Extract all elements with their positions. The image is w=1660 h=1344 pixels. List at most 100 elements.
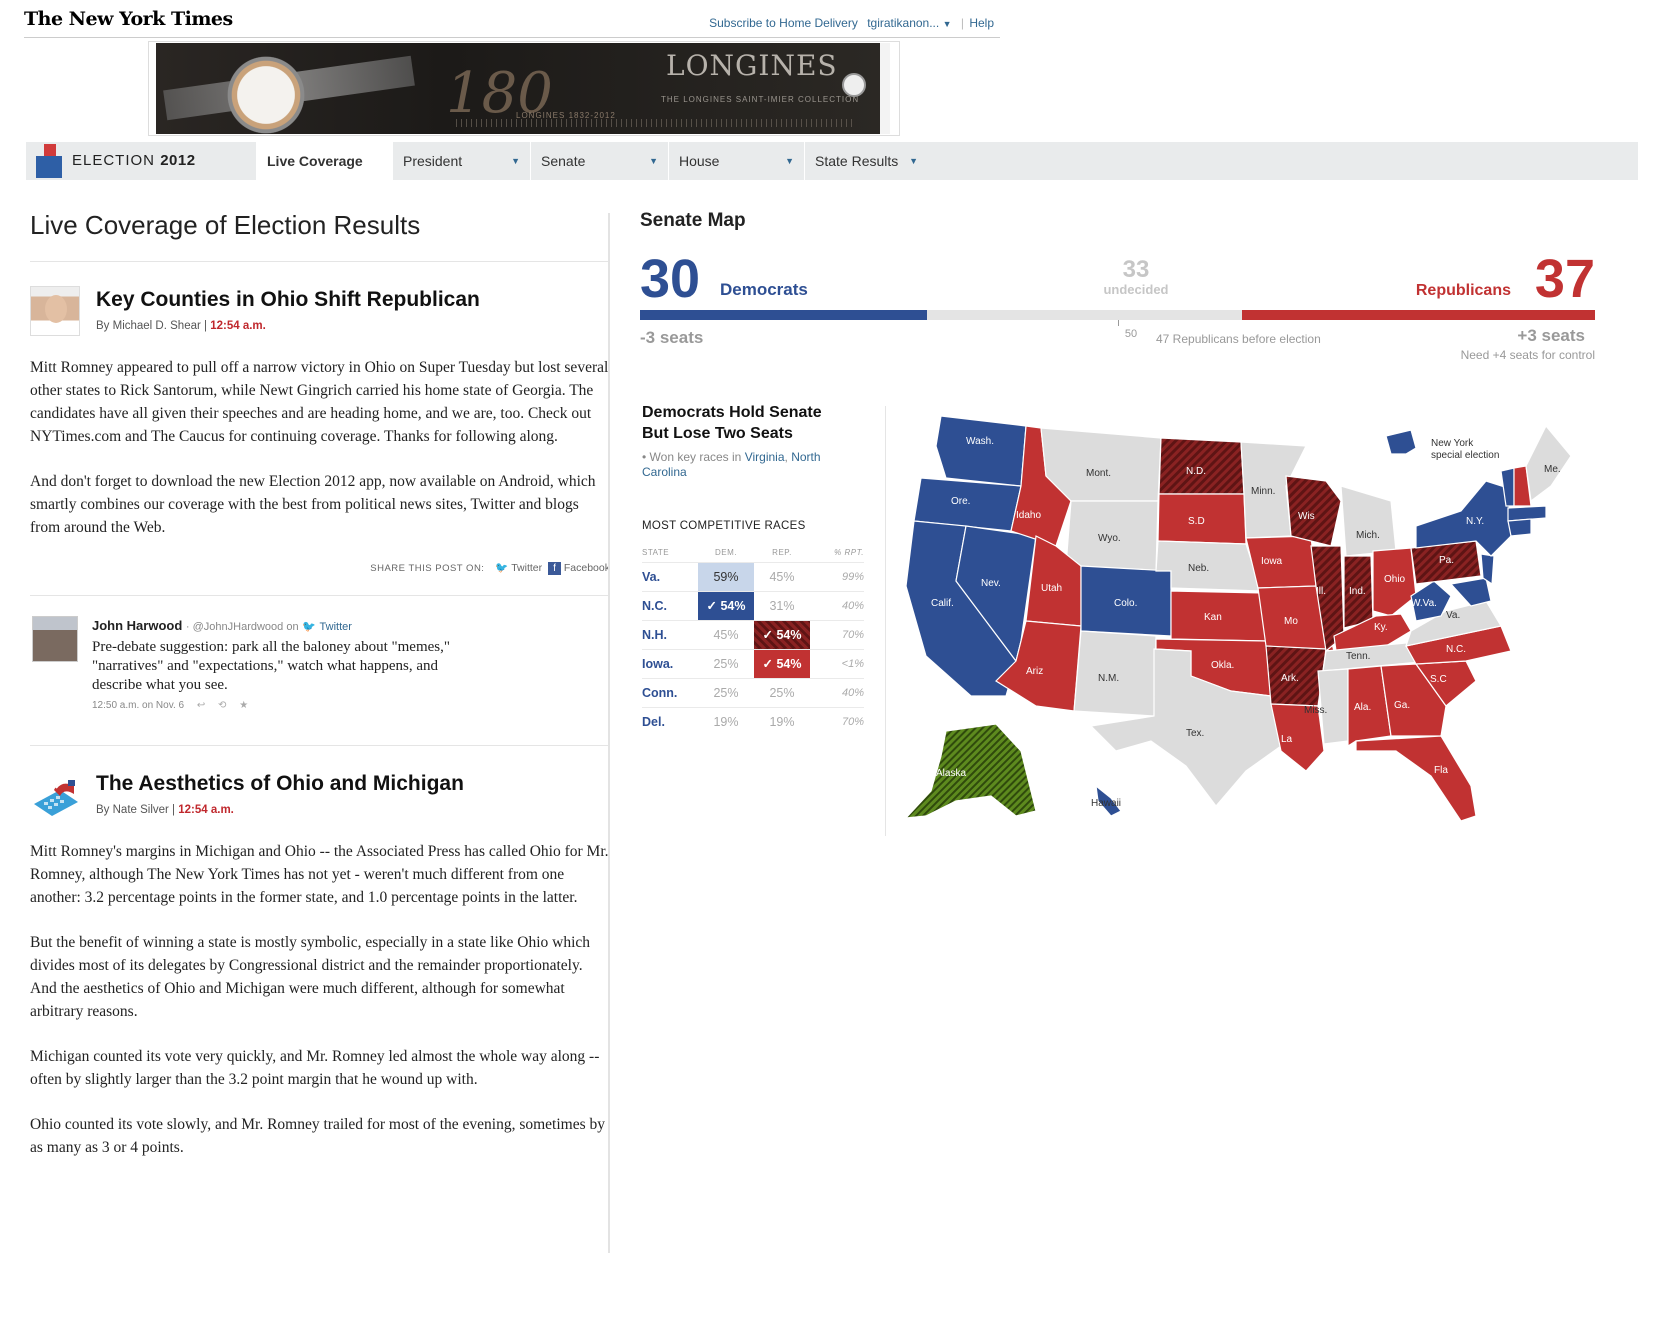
map-label-ariz: Ariz <box>1026 666 1043 677</box>
post-title[interactable]: Key Counties in Ohio Shift Republican <box>96 288 480 312</box>
state-florida[interactable] <box>1355 735 1477 822</box>
race-state: Va. <box>642 561 698 591</box>
senate-summary: Democrats Hold Senate But Lose Two Seats… <box>642 402 864 736</box>
share-facebook-link[interactable]: Facebook <box>564 562 610 574</box>
subscribe-link[interactable]: Subscribe to Home Delivery <box>709 16 858 30</box>
map-label-ore: Ore. <box>951 496 970 507</box>
chevron-down-icon: ▼ <box>785 156 794 166</box>
state-alaska[interactable] <box>904 723 1037 819</box>
chevron-down-icon: ▼ <box>909 156 918 166</box>
map-label-tenn: Tenn. <box>1346 651 1370 662</box>
map-label-alaska: Alaska <box>936 768 966 779</box>
election-title[interactable]: ELECTION 2012 <box>72 152 196 169</box>
race-reporting: 40% <box>810 677 864 707</box>
rep-bar-segment <box>1241 310 1595 320</box>
race-row[interactable]: Va. 59% 45% 99% <box>642 561 864 591</box>
ad-collection: THE LONGINES SAINT-IMIER COLLECTION <box>661 95 860 104</box>
race-row[interactable]: N.H. 45% ✓ 54% 70% <box>642 619 864 649</box>
post-time[interactable]: 12:54 a.m. <box>178 804 234 816</box>
tweet-avatar[interactable] <box>32 615 78 662</box>
dem-seat-change: -3 seats <box>640 328 704 347</box>
dem-label: Democrats <box>720 280 808 299</box>
map-label-tex: Tex. <box>1186 728 1204 739</box>
state-washington[interactable] <box>935 415 1027 487</box>
race-dem-pct: 19% <box>698 706 754 736</box>
tweet-service[interactable]: Twitter <box>320 621 352 633</box>
race-row[interactable]: Iowa. 25% ✓ 54% <1% <box>642 648 864 678</box>
dem-seat-count: 30 <box>640 249 701 309</box>
map-label-ohio: Ohio <box>1384 574 1406 585</box>
map-label-utah: Utah <box>1041 583 1062 594</box>
post-body: Mitt Romney appeared to pull off a narro… <box>30 356 610 539</box>
share-twitter-link[interactable]: Twitter <box>511 562 542 574</box>
user-menu[interactable]: tgiratikanon... ▼ <box>867 16 951 30</box>
retweet-icon[interactable]: ⟲ <box>218 700 226 711</box>
byline: By Nate Silver | 12:54 a.m. <box>96 804 234 816</box>
map-label-me: Me. <box>1544 464 1561 475</box>
ad-badge-icon <box>842 73 866 97</box>
tweet-author[interactable]: John Harwood <box>92 618 182 633</box>
nyt-logo[interactable]: The New York Times <box>24 8 233 30</box>
race-dem-pct: ✓ 54% <box>698 590 754 620</box>
watch-image <box>218 47 314 143</box>
tab-live-coverage[interactable]: Live Coverage <box>256 142 392 180</box>
reply-icon[interactable]: ↩ <box>197 700 205 711</box>
tab-state-results[interactable]: State Results ▼ <box>804 142 928 180</box>
tab-house[interactable]: House ▼ <box>668 142 804 180</box>
calculator-flag-icon <box>34 779 78 816</box>
tab-label: House <box>679 153 720 169</box>
tab-president[interactable]: President ▼ <box>392 142 530 180</box>
rep-label: Republicans <box>1415 282 1511 299</box>
headline-line: But Lose Two Seats <box>642 425 793 442</box>
senate-map: Wash. Ore. Calif. Nev. Idaho Mont. Wyo. Utah Ari… <box>885 406 1590 836</box>
paragraph: Ohio counted its vote slowly, and Mr. Ro… <box>30 1115 605 1156</box>
help-link[interactable]: Help <box>969 16 994 30</box>
rep-seat-change: +3 seats <box>1517 326 1585 345</box>
map-label-wash: Wash. <box>966 436 994 447</box>
race-dem-pct: 59% <box>698 561 754 591</box>
chevron-down-icon: ▼ <box>942 19 952 29</box>
tweet-time[interactable]: 12:50 a.m. on Nov. 6 <box>92 700 184 711</box>
race-row[interactable]: Conn. 25% 25% 40% <box>642 677 864 707</box>
column-header: DEM. <box>715 548 737 558</box>
tab-label: State Results <box>815 153 899 169</box>
race-row[interactable]: N.C. ✓ 54% 31% 40% <box>642 590 864 620</box>
map-label-mich: Mich. <box>1356 530 1380 541</box>
twitter-bird-icon: 🐦 <box>495 562 509 574</box>
paragraph: But the benefit of winning a state is mo… <box>30 933 591 1020</box>
state-michigan[interactable] <box>1340 485 1397 557</box>
longines-ad[interactable]: 180 LONGINES 1832-2012 LONGINES THE LONG… <box>156 43 890 143</box>
facebook-icon: f <box>547 561 561 575</box>
virginia-link[interactable]: Virginia <box>745 450 785 464</box>
chevron-down-icon: ▼ <box>511 156 520 166</box>
map-label-wva: W.Va. <box>1411 598 1437 609</box>
map-label-va: Va. <box>1446 610 1460 621</box>
ny-special-election-icon[interactable] <box>1385 429 1417 455</box>
tweet-text: Pre-debate suggestion: park all the balo… <box>92 638 450 693</box>
ny-special-label: special election <box>1431 450 1499 461</box>
race-row[interactable]: Del. 19% 19% 70% <box>642 706 864 736</box>
state-maryland[interactable] <box>1449 577 1492 607</box>
map-label-ky: Ky. <box>1374 622 1388 633</box>
post-aesthetics: The Aesthetics of Ohio and Michigan By N… <box>30 766 610 1159</box>
author-avatar[interactable] <box>30 286 80 336</box>
embedded-tweet: John Harwood · @JohnJHardwood on 🐦 Twitt… <box>30 596 610 746</box>
byline-author: By Michael D. Shear | <box>96 320 208 332</box>
byline: By Michael D. Shear | 12:54 a.m. <box>96 320 266 332</box>
competitive-races-table: STATE DEM. REP. % RPT. Va. 59% 45% 99% N.C. ✓… <box>642 544 864 736</box>
races-heading: MOST COMPETITIVE RACES <box>642 520 806 532</box>
race-state: Del. <box>642 706 698 736</box>
race-rep-pct: 31% <box>754 590 810 620</box>
post-title[interactable]: The Aesthetics of Ohio and Michigan <box>96 772 464 796</box>
race-reporting: 70% <box>810 706 864 736</box>
tweet-handle[interactable]: · @JohnJHardwood on <box>186 621 299 633</box>
tab-senate[interactable]: Senate ▼ <box>530 142 668 180</box>
post-body: Mitt Romney's margins in Michigan and Oh… <box>30 840 610 1159</box>
chevron-down-icon: ▼ <box>649 156 658 166</box>
paragraph: Mitt Romney appeared to pull off a narro… <box>30 359 609 445</box>
separator: | <box>960 16 964 30</box>
favorite-icon[interactable]: ★ <box>239 700 248 711</box>
map-label-ill: Ill. <box>1316 586 1326 597</box>
post-time[interactable]: 12:54 a.m. <box>210 320 266 332</box>
state-connecticut[interactable] <box>1507 518 1532 537</box>
